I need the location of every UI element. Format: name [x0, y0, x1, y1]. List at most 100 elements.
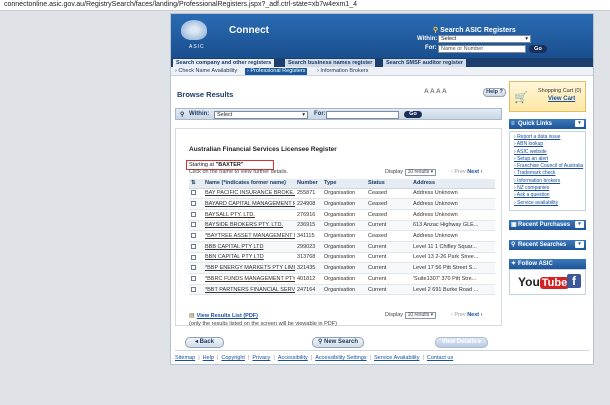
row-checkbox[interactable] [191, 233, 196, 239]
crest-icon [181, 20, 207, 40]
table-row[interactable]: *BAYTREE ASSET MANAGEMENT L... 341115 Orga… [189, 230, 495, 242]
row-select-cell [189, 209, 203, 221]
forward-arrow-icon: ▸ [478, 339, 482, 345]
column-header-number[interactable]: Number [295, 179, 322, 189]
footer-link[interactable]: Copyright [221, 355, 245, 361]
row-select-cell [189, 230, 203, 242]
tab-smsf-auditor[interactable]: Search SMSF auditor register [383, 59, 467, 67]
pdf-note: (only the results listed on the screen w… [189, 321, 337, 327]
row-checkbox[interactable] [191, 190, 196, 196]
row-address: 613 Anzac Highway GLE... [411, 220, 495, 232]
table-row[interactable]: BAY PACIFIC INSURANCE BROKE... 255871 Orga… [189, 188, 495, 200]
within-select[interactable]: Select ▾ [438, 35, 531, 43]
recent-purchases-header[interactable]: ▣ Recent Purchases ▾ [509, 220, 586, 230]
row-checkbox[interactable] [191, 211, 196, 217]
quick-link-item[interactable]: ASIC website [514, 149, 585, 156]
row-name-link[interactable]: *BBP ENERGY MARKETS PTY LIMI... [203, 262, 295, 274]
tab-business-names[interactable]: Search business names register [285, 59, 376, 67]
footer-link[interactable]: Contact us [427, 355, 453, 361]
footer-link[interactable]: Sitemap [175, 355, 195, 361]
register-title: Australian Financial Services Licensee R… [189, 146, 337, 153]
sub-navigation: › Check Name Availability › Professional… [171, 67, 593, 76]
go-button[interactable]: Go [529, 45, 547, 53]
text-size-controls[interactable]: A A A A [424, 88, 447, 95]
footer-link[interactable]: Accessibility Settings [315, 355, 366, 361]
view-details-button[interactable]: View Details ▸ [435, 337, 488, 348]
search-icon: ⚲ [317, 339, 323, 345]
view-cart-link[interactable]: View Cart [548, 96, 575, 102]
subnav-professional-registers[interactable]: › Professional Registers [245, 68, 308, 75]
row-name-link[interactable]: BBB CAPITAL PTY LTD [203, 241, 295, 253]
quick-link-item[interactable]: Franchise Council of Australia [514, 163, 585, 170]
quick-link-item[interactable]: Service availability [514, 200, 585, 207]
row-name-link[interactable]: BBN CAPITAL PTY LTD [203, 252, 295, 264]
browse-for-input[interactable] [326, 111, 399, 119]
table-row[interactable]: *BBRC FUNDS MANAGEMENT PTY ... 401812 Orga… [189, 273, 495, 285]
row-name-link[interactable]: BAYSALL PTY. LTD. [203, 209, 295, 221]
row-checkbox[interactable] [191, 286, 196, 292]
quick-link-item[interactable]: Ask a question [514, 192, 585, 199]
row-checkbox[interactable] [191, 243, 196, 249]
table-row[interactable]: *BBP ENERGY MARKETS PTY LIMI... 321435 Org… [189, 262, 495, 274]
help-button[interactable]: Help ? [483, 88, 506, 97]
quick-link-item[interactable]: Trademark check [514, 170, 585, 177]
row-name-link[interactable]: BAY PACIFIC INSURANCE BROKE... [203, 188, 295, 200]
footer-link[interactable]: Service Availability [374, 355, 419, 361]
youtube-icon[interactable]: You Tube [518, 275, 570, 289]
header-sort-icon[interactable]: ⇅ [189, 179, 203, 189]
browser-address-bar[interactable]: connectonline.asic.gov.au/RegistrySearch… [0, 0, 610, 11]
row-select-cell [189, 241, 203, 253]
subnav-information-brokers[interactable]: › Information Brokers [317, 68, 368, 75]
next-link[interactable]: Next › [467, 312, 482, 318]
recent-searches-header[interactable]: ⚲ Recent Searches ▾ [509, 240, 586, 250]
column-header-address[interactable]: Address [411, 179, 495, 189]
for-input[interactable]: Name or Number [438, 45, 526, 53]
quick-link-item[interactable]: Setup an alert [514, 156, 585, 163]
row-checkbox[interactable] [191, 201, 196, 207]
quick-link-item[interactable]: Information brokers [514, 178, 585, 185]
row-checkbox[interactable] [191, 254, 196, 260]
browse-within-select[interactable]: Select ▾ [214, 111, 308, 119]
footer-link[interactable]: Privacy [252, 355, 270, 361]
back-button[interactable]: ◂ Back [185, 337, 224, 348]
row-name-link[interactable]: *BBT PARTNERS FINANCIAL SERV... [203, 284, 295, 296]
quick-links-header[interactable]: ≡ Quick Links ▾ [509, 119, 586, 129]
row-number: 224908 [295, 198, 322, 210]
tab-company-registers[interactable]: Search company and other registers [173, 59, 275, 67]
footer-link[interactable]: Accessibility [278, 355, 308, 361]
new-search-button[interactable]: ⚲ New Search [312, 337, 364, 348]
display-select-bottom[interactable]: 10 results ▾ [404, 312, 437, 319]
prev-link: ‹ Prev [451, 169, 466, 175]
asic-logo[interactable]: ASIC [175, 18, 229, 55]
table-row[interactable]: BAYSIDE BROKERS PTY. LTD. 236915 Organisat… [189, 220, 495, 232]
table-row[interactable]: *BBT PARTNERS FINANCIAL SERV... 247164 Org… [189, 284, 495, 296]
row-name-link[interactable]: *BBRC FUNDS MANAGEMENT PTY ... [203, 273, 295, 285]
row-name-link[interactable]: BAYARD CAPITAL MANAGEMENT P... [203, 198, 295, 210]
table-row[interactable]: BBN CAPITAL PTY LTD 313768 Organisation Cur… [189, 252, 495, 264]
row-checkbox[interactable] [191, 265, 196, 271]
column-header-name[interactable]: Name (*indicates former name) [203, 179, 295, 189]
row-name-link[interactable]: BAYSIDE BROKERS PTY. LTD. [203, 220, 295, 232]
pager-bottom: ‹ Prev Next › [451, 312, 482, 318]
row-checkbox[interactable] [191, 275, 196, 281]
facebook-icon[interactable]: f [567, 274, 581, 288]
display-select-top[interactable]: 10 results ▾ [404, 169, 437, 176]
quick-link-item[interactable]: Report a data issue [514, 134, 585, 141]
column-header-type[interactable]: Type [322, 179, 366, 189]
row-name-link[interactable]: *BAYTREE ASSET MANAGEMENT L... [203, 230, 295, 242]
shopping-cart[interactable]: 🛒 Shopping Cart (0) View Cart [509, 81, 586, 112]
column-header-status[interactable]: Status [366, 179, 411, 189]
row-checkbox[interactable] [191, 222, 196, 228]
subnav-check-name[interactable]: › Check Name Availability [175, 68, 237, 75]
footer-link[interactable]: Help [203, 355, 214, 361]
quick-link-item[interactable]: ABN lookup [514, 141, 585, 148]
table-row[interactable]: BAYARD CAPITAL MANAGEMENT P... 224908 Orga… [189, 198, 495, 210]
quick-link-item[interactable]: NZ companies [514, 185, 585, 192]
row-number: 299023 [295, 241, 322, 253]
table-row[interactable]: BAYSALL PTY. LTD. 276916 Organisation Cease… [189, 209, 495, 221]
table-row[interactable]: BBB CAPITAL PTY LTD 299023 Organisation Cur… [189, 241, 495, 253]
view-results-pdf[interactable]: ▤ View Results List (PDF) [189, 312, 258, 319]
next-link[interactable]: Next › [467, 169, 482, 175]
browse-go-button[interactable]: Go [404, 111, 422, 118]
row-number: 236915 [295, 220, 322, 232]
